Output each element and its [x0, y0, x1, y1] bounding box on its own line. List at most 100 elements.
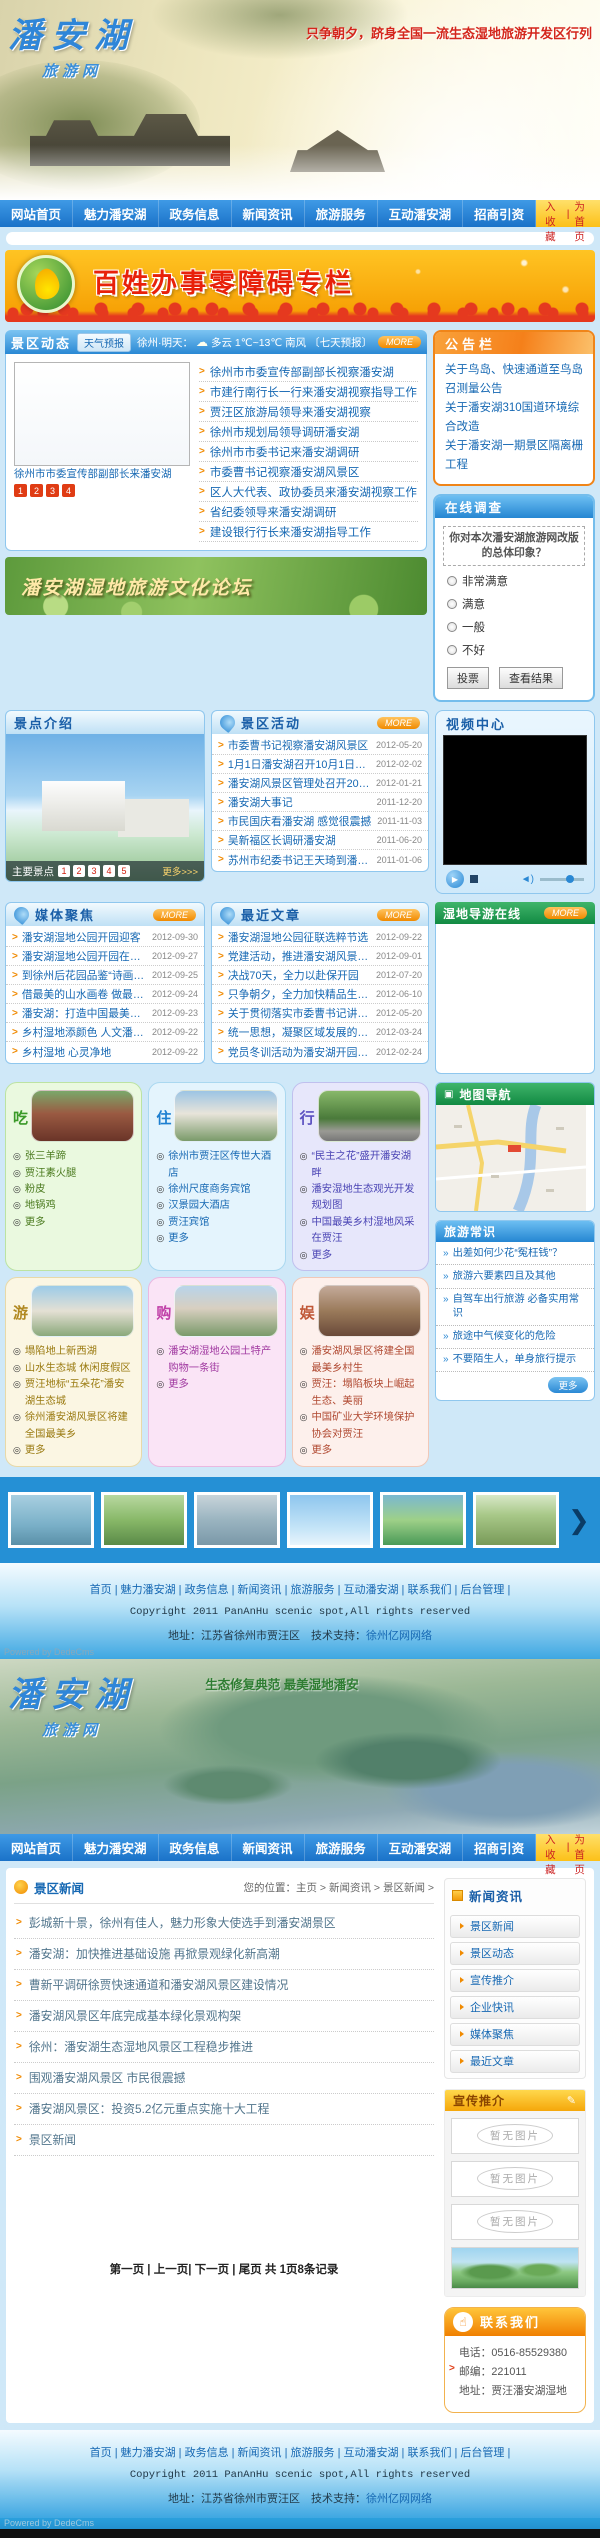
card-link[interactable]: 徐州潘安湖风景区将建全国最美乡 [25, 1410, 134, 1443]
site-logo[interactable]: 潘安湖 旅游网 [8, 8, 137, 81]
news-link[interactable]: 徐州：潘安湖生态湿地风景区工程稳步推进 [29, 2038, 432, 2055]
news-link[interactable]: 省纪委领导来潘安湖调研 [210, 504, 418, 520]
footer-links[interactable]: 首页 | 魅力潘安湖 | 政务信息 | 新闻资讯 | 旅游服务 | 互动潘安湖 … [0, 2444, 600, 2460]
survey-option[interactable]: 满意 [447, 596, 581, 612]
article-link[interactable]: 统一思想，凝聚区域发展的合力 [228, 1024, 372, 1040]
news-link[interactable]: 潘安湖风景区年底完成基本绿化景观构架 [29, 2007, 432, 2024]
article-link[interactable]: 借最美的山水画卷 做最好的旅游 [22, 986, 148, 1002]
sidebar-menu-link[interactable]: 媒体聚焦 [470, 2026, 514, 2042]
volume-slider-knob[interactable] [566, 875, 574, 883]
card-link[interactable]: 徐州市贾汪区传世大酒店 [168, 1149, 277, 1182]
breadcrumb[interactable]: 您的位置：主页 > 新闻资讯 > 景区新闻 > [244, 1880, 434, 1895]
gallery-next-arrow-icon[interactable]: ❯ [568, 1507, 590, 1533]
footer-links[interactable]: 首页 | 魅力潘安湖 | 政务信息 | 新闻资讯 | 旅游服务 | 互动潘安湖 … [0, 1581, 600, 1597]
gallery-photo[interactable] [287, 1492, 373, 1548]
view-results-button[interactable]: 查看结果 [499, 667, 563, 689]
sidebar-menu-link[interactable]: 景区新闻 [470, 1918, 514, 1934]
carousel-page-button[interactable]: 3 [46, 484, 59, 497]
article-link[interactable]: 到徐州后花园品鉴“诗画潘安” [22, 967, 148, 983]
nav-item[interactable]: 旅游服务 [305, 200, 378, 227]
gallery-photo[interactable] [101, 1492, 187, 1548]
video-screen[interactable] [443, 735, 587, 865]
nav-item[interactable]: 互动潘安湖 [378, 1834, 464, 1861]
news-link[interactable]: 市建行南行长一行来潘安湖视察指导工作 [210, 384, 418, 400]
special-column-banner[interactable]: 百姓办事零障碍专栏 [5, 250, 595, 322]
article-link[interactable]: 潘安湖风景区管理处召开2011年度 [228, 775, 372, 791]
news-link[interactable]: 区人大代表、政协委员来潘安湖视察工作 [210, 484, 418, 500]
nav-item[interactable]: 网站首页 [0, 1834, 73, 1861]
article-link[interactable]: 潘安湖大事记 [228, 794, 373, 810]
article-link[interactable]: 苏州市纪委书记王天琦到潘安湖视 [228, 852, 373, 868]
nav-item[interactable]: 政务信息 [159, 200, 232, 227]
article-link[interactable]: 关于贯彻落实市委曹书记讲话精神 [228, 1005, 372, 1021]
card-link[interactable]: 粉皮 [25, 1182, 46, 1198]
sidebar-menu-item[interactable]: 企业快讯 [450, 1996, 580, 2019]
spots-page-button[interactable]: 1 [58, 865, 70, 877]
card-link[interactable]: 中国矿业大学环境保护协会对贾汪 [312, 1410, 421, 1443]
radio-icon[interactable] [447, 599, 457, 609]
stop-button-icon[interactable] [470, 875, 478, 883]
site-logo[interactable]: 潘安湖 旅游网 [8, 1667, 137, 1740]
article-link[interactable]: 市委曹书记视察潘安湖风景区 [228, 737, 372, 753]
pagination[interactable]: 第一页 | 上一页| 下一页 | 尾页 共 1页8条记录 [14, 2261, 434, 2277]
sidebar-menu-link[interactable]: 宣传推介 [470, 1972, 514, 1988]
news-link[interactable]: 潘安湖风景区：投资5.2亿元重点实施十大工程 [29, 2100, 432, 2117]
news-link[interactable]: 围观潘安湖风景区 市民很震撼 [29, 2069, 432, 2086]
carousel-page-button[interactable]: 4 [62, 484, 75, 497]
nav-item[interactable]: 新闻资讯 [232, 1834, 305, 1861]
tip-link[interactable]: 出差如何少花“冤枉钱”？ [453, 1247, 563, 1260]
article-link[interactable]: 吴新福区长调研潘安湖 [228, 832, 373, 848]
card-photo[interactable] [318, 1090, 421, 1142]
more-button[interactable]: MORE [153, 909, 196, 921]
sidebar-menu-item[interactable]: 景区动态 [450, 1942, 580, 1965]
sidebar-menu-link[interactable]: 最近文章 [470, 2053, 514, 2069]
news-link[interactable]: 曹新平调研徐贾快速通道和潘安湖风景区建设情况 [29, 1976, 432, 1993]
card-link[interactable]: 贾汪宾馆 [168, 1215, 209, 1231]
news-link[interactable]: 潘安湖：加快推进基础设施 再掀景观绿化新高潮 [29, 1945, 432, 1962]
sidebar-menu-item[interactable]: 最近文章 [450, 2050, 580, 2073]
survey-option[interactable]: 不好 [447, 642, 581, 658]
nav-item[interactable]: 政务信息 [159, 1834, 232, 1861]
tip-link[interactable]: 旅途中气候变化的危险 [453, 1330, 556, 1343]
nav-item[interactable]: 魅力潘安湖 [73, 200, 159, 227]
gallery-photo[interactable] [380, 1492, 466, 1548]
sidebar-menu-item[interactable]: 媒体聚焦 [450, 2023, 580, 2046]
volume-icon[interactable]: ◄) [521, 874, 534, 885]
sidebar-menu-link[interactable]: 企业快讯 [470, 1999, 514, 2015]
article-link[interactable]: 只争朝夕，全力加快精品生态景区 [228, 986, 372, 1002]
card-link[interactable]: 更多 [25, 1215, 46, 1231]
spots-page-button[interactable]: 4 [103, 865, 115, 877]
weather-button[interactable]: 天气预报 [77, 333, 131, 352]
week-forecast-link[interactable]: 〔七天预报〕 [309, 335, 372, 350]
article-link[interactable]: 1月1日潘安湖召开10月1日开园活 [228, 756, 372, 772]
card-link[interactable]: 潘安湖风景区将建全国最美乡村生 [312, 1344, 421, 1377]
news-link[interactable]: 贾汪区旅游局领导来潘安湖视察 [210, 404, 418, 420]
vote-button[interactable]: 投票 [447, 667, 489, 689]
more-button[interactable]: MORE [377, 909, 420, 921]
card-link[interactable]: 更多 [25, 1443, 46, 1459]
more-button[interactable]: MORE [377, 717, 420, 729]
nav-item[interactable]: 新闻资讯 [232, 200, 305, 227]
survey-option[interactable]: 一般 [447, 619, 581, 635]
gallery-photo[interactable] [194, 1492, 280, 1548]
card-link[interactable]: 贾汪素火腿 [25, 1166, 76, 1182]
more-button[interactable]: MORE [378, 336, 421, 348]
tech-support-link[interactable]: 徐州亿网网络 [366, 2493, 432, 2505]
news-link[interactable]: 徐州市规划局领导调研潘安湖 [210, 424, 418, 440]
spots-page-button[interactable]: 3 [88, 865, 100, 877]
promo-thumbnail-empty[interactable]: 暂无图片 [451, 2161, 579, 2197]
card-link[interactable]: “民主之花”盛开潘安湖畔 [312, 1149, 421, 1182]
tips-more-button[interactable]: 更多 [548, 1377, 588, 1393]
radio-icon[interactable] [447, 576, 457, 586]
news-link[interactable]: 建设银行行长来潘安湖指导工作 [210, 524, 418, 540]
card-photo[interactable] [174, 1285, 277, 1337]
gallery-photo[interactable] [473, 1492, 559, 1548]
card-link[interactable]: 潘安湖湿地公园土特产购物一条街 [168, 1344, 277, 1377]
article-link[interactable]: 决战70天，全力以赴保开园 [228, 967, 372, 983]
card-link[interactable]: 山水生态城 休闲度假区 [25, 1361, 131, 1377]
card-link[interactable]: 更多 [168, 1377, 189, 1393]
card-link[interactable]: 贾汪：塌陷板块上崛起生态、美丽 [312, 1377, 421, 1410]
radio-icon[interactable] [447, 622, 457, 632]
article-link[interactable]: 党员冬训活动为潘安湖开园运营用 [228, 1044, 372, 1060]
card-photo[interactable] [31, 1285, 134, 1337]
